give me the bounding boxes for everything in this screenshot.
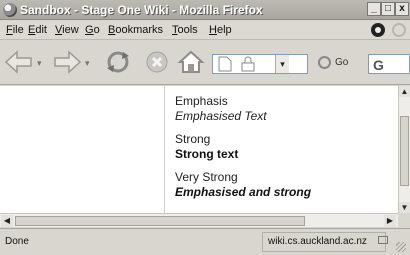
very-strong-example-text: Emphasised and strong [175,185,312,199]
maximize-button[interactable]: □ [381,2,395,16]
menu-tools[interactable]: Tools [172,24,198,36]
home-button[interactable] [176,47,206,77]
home-icon [177,50,205,73]
left-column [0,86,165,213]
menu-bookmarks[interactable]: Bookmarks [108,24,163,36]
reload-icon [107,51,129,73]
menu-edit[interactable]: Edit [28,24,47,36]
page-icon [218,56,232,72]
security-icon[interactable] [378,236,388,244]
content-area: Emphasis Emphasised Text Strong Strong t… [0,86,398,213]
go-icon[interactable] [318,56,331,69]
scroll-down-icon[interactable]: ▼ [399,202,410,213]
activity-icon [392,23,406,37]
stop-button[interactable] [142,47,172,77]
stop-icon [146,51,168,73]
strong-example-text: Strong text [175,147,239,161]
horizontal-scroll-thumb[interactable] [15,216,305,226]
scroll-up-icon[interactable]: ▲ [399,86,410,97]
resize-grip-icon[interactable] [396,242,406,252]
lock-dropdown-icon [241,56,255,72]
search-engine-icon[interactable]: G [373,57,384,73]
address-dropdown-button[interactable]: ▾ [275,55,289,73]
status-bar: Done wiki.cs.auckland.ac.nz [0,228,410,255]
window-title: Sandbox - Stage One Wiki - Mozilla Firef… [20,3,263,17]
firefox-icon [3,3,17,17]
forward-button[interactable] [50,47,84,77]
example-label: Strong [175,132,211,146]
menu-view[interactable]: View [55,24,79,36]
back-icon [4,50,32,74]
reload-button[interactable] [100,47,136,77]
navigation-toolbar: ▾ ▾ ▾ Go G [0,41,410,85]
throbber-icon [371,23,385,37]
address-bar[interactable]: ▾ [212,54,308,74]
status-domain: wiki.cs.auckland.ac.nz [262,232,386,252]
browser-window: Sandbox - Stage One Wiki - Mozilla Firef… [0,0,410,255]
menu-help[interactable]: Help [209,24,232,36]
emphasis-example-text: Emphasised Text [175,109,267,123]
example-strong: Strong Strong text [175,132,395,162]
menu-go[interactable]: Go [85,24,100,36]
back-button[interactable] [2,47,36,77]
search-box[interactable]: G [368,54,410,74]
minimize-button[interactable]: _ [367,2,381,16]
example-very-strong: Very Strong Emphasised and strong [175,170,395,200]
menu-bar: File Edit View Go Bookmarks Tools Help [0,21,410,40]
title-bar: Sandbox - Stage One Wiki - Mozilla Firef… [0,0,410,20]
back-dropdown-icon[interactable]: ▾ [37,58,42,69]
go-button[interactable]: Go [335,57,348,68]
scrollbar-corner [398,213,410,227]
scroll-right-icon[interactable]: ▶ [384,215,396,227]
forward-dropdown-icon[interactable]: ▾ [85,58,90,69]
example-label: Very Strong [175,170,238,184]
vertical-scrollbar[interactable]: ▲ ▼ [398,86,410,213]
horizontal-scrollbar[interactable]: ◀ ▶ [0,213,398,227]
status-text: Done [5,236,29,247]
scroll-left-icon[interactable]: ◀ [1,215,13,227]
menu-file[interactable]: File [6,24,24,36]
formatting-examples: Emphasis Emphasised Text Strong Strong t… [175,94,395,208]
vertical-scroll-thumb[interactable] [400,116,409,186]
example-label: Emphasis [175,94,228,108]
forward-icon [54,50,82,74]
close-button[interactable]: x [395,2,409,16]
example-emphasis: Emphasis Emphasised Text [175,94,395,124]
